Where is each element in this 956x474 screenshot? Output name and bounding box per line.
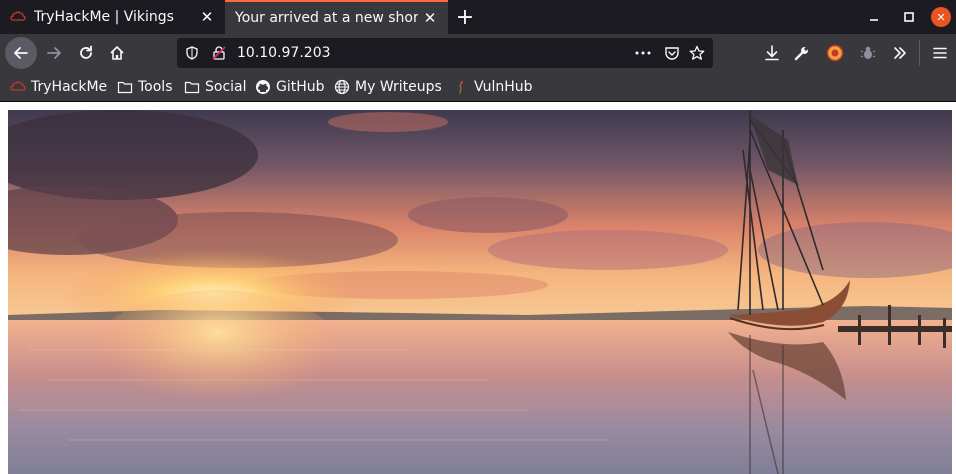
close-window-button[interactable]: ✕ [930, 0, 952, 34]
toolbar-separator [919, 40, 920, 66]
close-tab-icon[interactable]: ✕ [418, 6, 442, 30]
maximize-icon [904, 12, 914, 22]
hero-image-sunset-viking-ship [8, 110, 952, 474]
extension-button-2[interactable] [853, 38, 883, 68]
tab-new-shore[interactable]: Your arrived at a new shore! ✕ [225, 0, 448, 34]
developer-tools-button[interactable] [787, 38, 817, 68]
navigation-toolbar: 10.10.97.203 [0, 34, 956, 72]
forward-arrow-icon [47, 47, 61, 59]
back-button[interactable] [5, 37, 37, 69]
bookmark-star-icon[interactable] [687, 43, 707, 63]
maximize-button[interactable] [895, 0, 923, 34]
bookmarks-toolbar: TryHackMe Tools Social GitHub My Writeup… [0, 72, 956, 102]
bookmark-label: VulnHub [474, 79, 533, 95]
bookmark-label: GitHub [276, 79, 325, 95]
bookmark-my-writeups[interactable]: My Writeups [334, 72, 442, 102]
minimize-icon [870, 19, 878, 21]
bookmark-folder-tools[interactable]: Tools [117, 72, 173, 102]
page-viewport [0, 102, 956, 474]
bookmark-vulnhub[interactable]: VulnHub [453, 72, 533, 102]
close-window-icon: ✕ [931, 7, 951, 27]
url-text[interactable]: 10.10.97.203 [237, 45, 331, 61]
home-icon [110, 46, 124, 60]
pocket-icon[interactable] [662, 43, 682, 63]
main-menu-button[interactable] [925, 38, 955, 68]
bookmark-folder-social[interactable]: Social [184, 72, 247, 102]
wrench-icon [794, 47, 808, 61]
globe-icon [334, 79, 350, 95]
extension-icon [826, 44, 844, 62]
bookmark-label: TryHackMe [31, 79, 108, 95]
tab-tryhackme-vikings[interactable]: TryHackMe | Vikings ✕ [0, 0, 225, 34]
folder-icon [184, 81, 200, 94]
shield-icon[interactable] [182, 43, 202, 63]
reload-icon [80, 45, 92, 59]
hamburger-menu-icon [933, 47, 947, 59]
download-icon [765, 45, 779, 61]
new-tab-button[interactable]: + [452, 4, 478, 30]
downloads-button[interactable] [757, 38, 787, 68]
vulnhub-icon [459, 80, 464, 94]
address-bar[interactable]: 10.10.97.203 [177, 38, 713, 68]
tryhackme-icon [10, 81, 26, 91]
extension-button[interactable] [820, 38, 850, 68]
tab-title: TryHackMe | Vikings [34, 9, 174, 25]
bookmark-label: Social [205, 79, 247, 95]
bug-icon [860, 46, 876, 59]
bookmark-label: Tools [138, 79, 173, 95]
reload-button[interactable] [71, 38, 101, 68]
back-arrow-icon [14, 47, 28, 59]
minimize-button[interactable] [860, 0, 888, 34]
overflow-menu-button[interactable] [885, 38, 915, 68]
home-button[interactable] [102, 38, 132, 68]
close-tab-icon[interactable]: ✕ [195, 5, 219, 29]
bookmark-label: My Writeups [355, 79, 442, 95]
bookmark-tryhackme[interactable]: TryHackMe [10, 72, 107, 102]
chevrons-right-icon [894, 47, 906, 59]
bookmark-github[interactable]: GitHub [255, 72, 325, 102]
forward-button[interactable] [39, 38, 69, 68]
github-icon [256, 80, 270, 94]
insecure-lock-icon[interactable] [209, 43, 229, 63]
tab-title: Your arrived at a new shore! [235, 10, 418, 26]
tryhackme-icon [10, 11, 26, 21]
tab-strip: TryHackMe | Vikings ✕ Your arrived at a … [0, 0, 956, 34]
folder-icon [117, 81, 133, 94]
page-actions-icon[interactable] [633, 43, 653, 63]
